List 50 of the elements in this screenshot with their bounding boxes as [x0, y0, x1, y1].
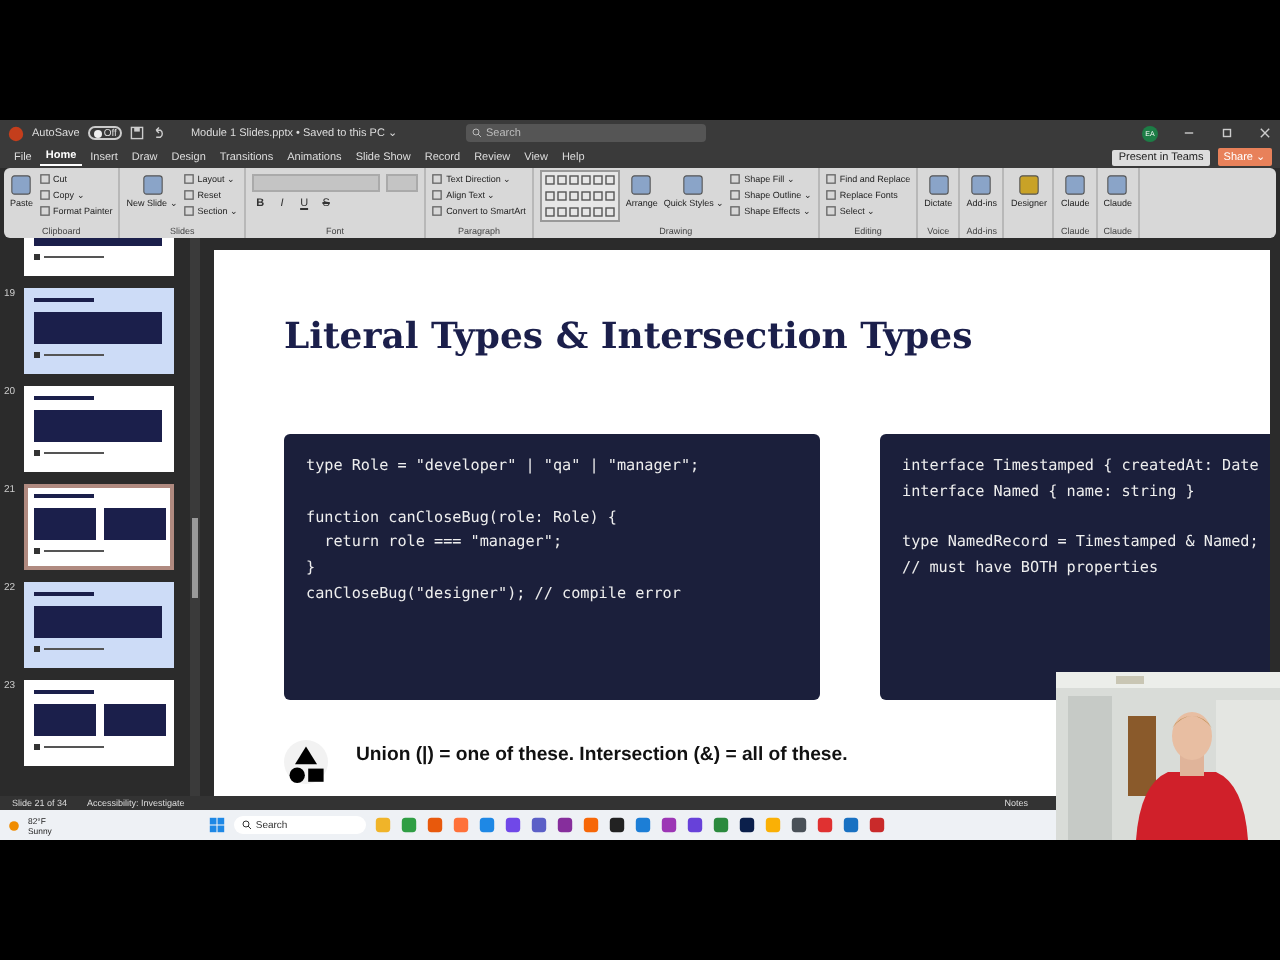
- search-icon: [471, 128, 482, 138]
- slide-thumbnail[interactable]: [24, 288, 174, 374]
- slide-title: Literal Types & Intersection Types: [284, 314, 975, 362]
- tile-icon: [1064, 174, 1087, 196]
- square-icon: [432, 190, 443, 200]
- font-name-field[interactable]: [252, 174, 381, 192]
- app-icon[interactable]: [607, 816, 626, 834]
- undo-icon[interactable]: [152, 126, 167, 140]
- slide-thumbnail[interactable]: [24, 582, 174, 668]
- tile-icon: [141, 174, 164, 196]
- square-icon: [39, 190, 50, 200]
- slide-thumbnail[interactable]: [24, 386, 174, 472]
- square-icon: [39, 174, 50, 184]
- square-icon: [183, 174, 194, 184]
- app-logo-icon: [8, 125, 24, 141]
- tile-icon: [970, 174, 993, 196]
- square-icon: [730, 190, 741, 200]
- save-icon[interactable]: [130, 126, 145, 140]
- search-icon: [241, 820, 252, 830]
- shapes-gallery-icon[interactable]: [539, 170, 620, 222]
- tile-icon: [1106, 174, 1129, 196]
- app-icon[interactable]: [789, 816, 808, 834]
- sun-icon: [8, 819, 20, 831]
- square-icon: [825, 174, 836, 184]
- square-icon: [183, 206, 194, 216]
- square-icon: [825, 190, 836, 200]
- shapes-icon: [284, 740, 328, 784]
- square-icon: [183, 190, 194, 200]
- slide-thumbnail[interactable]: [24, 680, 174, 766]
- close-icon[interactable]: [1258, 126, 1272, 140]
- minimize-icon[interactable]: [1182, 126, 1196, 140]
- app-icon[interactable]: [555, 816, 574, 834]
- app-icon[interactable]: [737, 816, 756, 834]
- restore-icon[interactable]: [1220, 126, 1234, 140]
- square-icon: [432, 174, 443, 184]
- square-icon: [432, 206, 443, 216]
- tile-icon: [630, 174, 653, 196]
- square-icon: [39, 206, 50, 216]
- tile-icon: [927, 174, 950, 196]
- tile-icon: [682, 174, 705, 196]
- scrollbar[interactable]: [190, 238, 200, 796]
- square-icon: [730, 206, 741, 216]
- font-size-field[interactable]: [386, 174, 419, 192]
- slide-thumbnail[interactable]: [24, 484, 174, 570]
- square-icon: [730, 174, 741, 184]
- bullet-text: Union (|) = one of these. Intersection (&) = all of these.: [356, 744, 848, 766]
- square-icon: [825, 206, 836, 216]
- start-icon[interactable]: [207, 816, 226, 834]
- tile-icon: [10, 174, 33, 196]
- tile-icon: [1017, 174, 1040, 196]
